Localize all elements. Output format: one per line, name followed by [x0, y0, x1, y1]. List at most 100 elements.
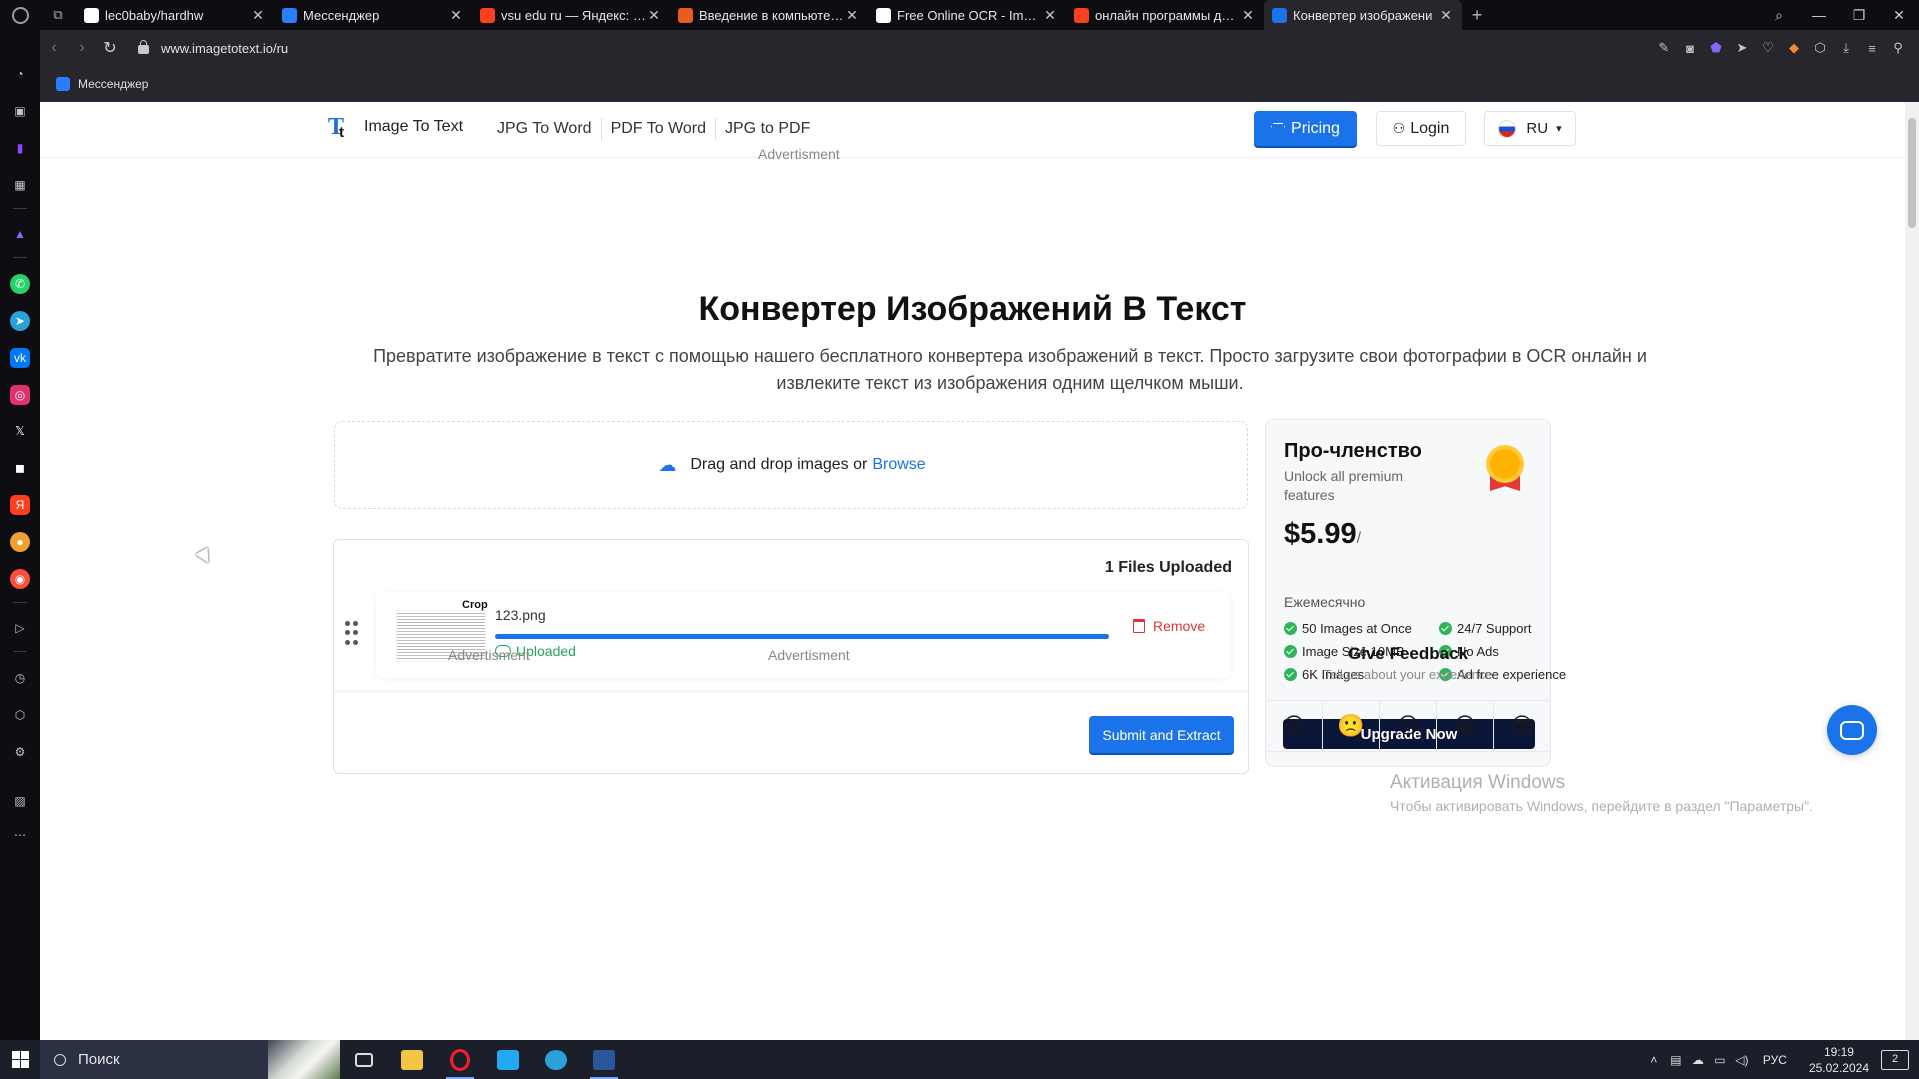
url-field[interactable]: www.imagetotext.io/ru — [138, 39, 288, 56]
tab-search-icon[interactable]: ⌕ — [1759, 7, 1799, 24]
sidebar-divider — [13, 602, 27, 603]
browser-tab[interactable]: lec0baby/hardhw ✕ — [76, 0, 274, 30]
system-tray: ˄ ▤ ☁ ▭ ◁) РУС 19:19 25.02.2024 2 — [1643, 1040, 1919, 1079]
vpn-shield-icon[interactable]: ⬟ — [1703, 40, 1729, 56]
task-view-icon[interactable] — [340, 1040, 388, 1079]
vk-icon[interactable]: vk — [10, 348, 30, 368]
face-very-bad-button[interactable]: 😖 — [1266, 701, 1323, 751]
close-window-button[interactable]: ✕ — [1879, 7, 1919, 24]
browser-tab[interactable]: онлайн программы для р ✕ — [1066, 0, 1264, 30]
x-twitter-icon[interactable]: 𝕏 — [10, 421, 30, 441]
close-tab-icon[interactable]: ✕ — [1042, 7, 1058, 24]
more-icon[interactable]: ⋯ — [10, 825, 30, 845]
cloud-sync-icon[interactable]: ☁ — [1687, 1053, 1709, 1067]
clock-date: 25.02.2024 — [1808, 1060, 1869, 1075]
download-icon[interactable]: ⤓ — [1833, 40, 1859, 56]
scrollbar-thumb[interactable] — [1908, 118, 1916, 228]
close-tab-icon[interactable]: ✕ — [250, 7, 266, 24]
send-icon[interactable]: ➤ — [1729, 40, 1755, 56]
browser-tab[interactable]: Введение в компьютерну ✕ — [670, 0, 868, 30]
settings-gear-icon[interactable]: ⚙ — [10, 742, 30, 762]
browse-link[interactable]: Browse — [872, 456, 925, 474]
network-icon[interactable]: ▭ — [1709, 1053, 1731, 1067]
close-tab-icon[interactable]: ✕ — [646, 7, 662, 24]
remove-button[interactable]: Remove — [1133, 618, 1205, 634]
workspaces-icon[interactable]: ⧉ — [40, 0, 76, 30]
history-icon[interactable]: ◷ — [10, 668, 30, 688]
word-icon[interactable] — [580, 1040, 628, 1079]
face-neutral-button[interactable]: 😐 — [1380, 701, 1437, 751]
reload-button[interactable]: ↻ — [96, 38, 124, 58]
close-tab-icon[interactable]: ✕ — [1438, 7, 1454, 24]
music-icon[interactable]: ● — [10, 532, 30, 552]
login-button[interactable]: ⚇ Login — [1376, 111, 1466, 146]
browser-tab[interactable]: Free Online OCR - Image t ✕ — [868, 0, 1066, 30]
back-button[interactable]: ‹ — [40, 39, 68, 57]
bookmark-messenger[interactable]: Мессенджер — [56, 77, 148, 91]
easy-setup-icon[interactable]: ≡ — [1859, 41, 1885, 56]
gallery-icon[interactable]: ▨ — [10, 791, 30, 811]
whatsapp-icon[interactable]: ✆ — [10, 274, 30, 294]
nav-jpg-to-pdf[interactable]: JPG to PDF — [716, 118, 819, 140]
close-tab-icon[interactable]: ✕ — [844, 7, 860, 24]
input-language[interactable]: РУС — [1763, 1053, 1787, 1067]
instagram-icon[interactable]: ◎ — [10, 385, 30, 405]
chat-widget-button[interactable] — [1827, 705, 1877, 755]
browser-tab[interactable]: vsu edu ru — Яндекс: наш ✕ — [472, 0, 670, 30]
speed-dial-icon[interactable]: ◔ — [10, 64, 30, 84]
discord-icon[interactable]: ◼ — [10, 458, 30, 478]
player-icon[interactable]: ▷ — [10, 618, 30, 638]
share-icon[interactable]: ✎ — [1651, 40, 1677, 56]
nav-jpg-to-word[interactable]: JPG To Word — [488, 118, 602, 140]
heart-icon[interactable]: ♡ — [1755, 40, 1781, 56]
pricing-button[interactable]: Pricing — [1254, 111, 1357, 146]
upload-dropzone[interactable]: ☁ Drag and drop images or Browse — [334, 421, 1248, 509]
face-bad-button[interactable]: 🙁 — [1323, 701, 1380, 751]
browser-tab[interactable]: Конвертер изображени ✕ — [1264, 0, 1462, 30]
taskbar-clock[interactable]: 19:19 25.02.2024 — [1809, 1044, 1869, 1076]
taskbar-search[interactable]: Поиск — [40, 1040, 340, 1079]
face-great-button[interactable]: 😎 — [1494, 701, 1550, 751]
telegram-icon[interactable]: ➤ — [10, 311, 30, 331]
telegram-taskbar-icon[interactable] — [532, 1040, 580, 1079]
web-page: Tt Image To Text JPG To Word PDF To Word… — [40, 102, 1919, 1040]
yandex-icon — [480, 7, 495, 23]
windows-start-icon[interactable] — [0, 1040, 40, 1079]
tray-expand-icon[interactable]: ˄ — [1643, 1053, 1665, 1067]
file-explorer-icon[interactable] — [388, 1040, 436, 1079]
metamask-icon[interactable]: ◆ — [1781, 40, 1807, 56]
volume-icon[interactable]: ◁) — [1731, 1053, 1753, 1067]
face-good-button[interactable]: 😀 — [1437, 701, 1494, 751]
drag-handle-icon[interactable] — [345, 621, 359, 647]
twitch-icon[interactable]: ▮ — [10, 138, 30, 158]
aria-icon[interactable]: ▲ — [10, 224, 30, 244]
opera-taskbar-icon[interactable] — [436, 1040, 484, 1079]
messenger-icon — [282, 7, 297, 23]
cube-icon[interactable]: ⬡ — [10, 705, 30, 725]
language-select[interactable]: RU ▾ — [1484, 111, 1576, 146]
close-tab-icon[interactable]: ✕ — [1240, 7, 1256, 24]
opera-menu-icon[interactable] — [0, 0, 40, 30]
apps-icon[interactable]: ▦ — [10, 175, 30, 195]
nav-pdf-to-word[interactable]: PDF To Word — [602, 118, 716, 140]
shopping-bag-icon[interactable]: ▣ — [10, 101, 30, 121]
browser-tab[interactable]: Мессенджер ✕ — [274, 0, 472, 30]
profile-icon[interactable]: ⚲ — [1885, 40, 1911, 56]
vscode-icon[interactable] — [484, 1040, 532, 1079]
app-icon[interactable]: ◉ — [10, 569, 30, 589]
forward-button[interactable]: › — [68, 39, 96, 57]
extensions-cube-icon[interactable]: ⬡ — [1807, 40, 1833, 56]
yandex-icon[interactable]: Я — [10, 495, 30, 515]
page-scrollbar[interactable] — [1905, 102, 1919, 1040]
snapshot-icon[interactable]: ◙ — [1677, 41, 1703, 56]
new-tab-button[interactable]: + — [1462, 5, 1492, 26]
window-controls: ⌕ — ❐ ✕ — [1759, 0, 1919, 30]
tray-app-icon[interactable]: ▤ — [1665, 1053, 1687, 1067]
minimize-button[interactable]: — — [1799, 7, 1839, 23]
submit-and-extract-button[interactable]: Submit and Extract — [1089, 716, 1234, 753]
close-tab-icon[interactable]: ✕ — [448, 7, 464, 24]
restore-button[interactable]: ❐ — [1839, 7, 1879, 24]
site-logo[interactable]: Tt Image To Text — [328, 112, 463, 142]
notifications-icon[interactable]: 2 — [1881, 1049, 1909, 1070]
crop-button[interactable]: Crop — [462, 599, 488, 611]
